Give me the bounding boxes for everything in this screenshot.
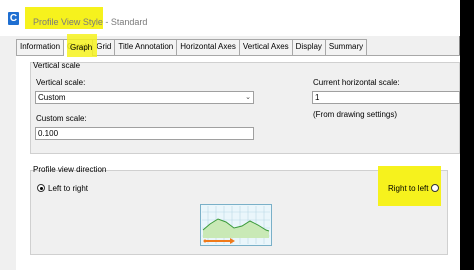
graph-tab-highlight-label[interactable]: Graph [70,43,92,52]
tab-display[interactable]: Display [291,39,326,55]
preview-arrow-start-icon [203,239,207,243]
tab-title-annotation[interactable]: Title Annotation [114,39,178,55]
current-horizontal-scale-label: Current horizontal scale: [313,78,400,87]
left-to-right-label[interactable]: Left to right [48,184,88,193]
left-to-right-radio[interactable] [37,184,45,192]
custom-scale-label: Custom scale: [36,114,87,123]
profile-view-style-dialog: C Profile View Style - Standard Informat… [0,0,460,270]
chevron-down-icon: ⌄ [245,94,251,101]
current-horizontal-scale-note: (From drawing settings) [313,110,398,119]
title-highlighted-text: Profile View Style [33,17,103,27]
profile-preview-image [200,204,272,246]
title-bar: C Profile View Style - Standard [0,0,460,36]
tab-summary[interactable]: Summary [324,39,368,55]
custom-scale-input[interactable]: 0.100 [35,127,254,140]
current-horizontal-scale-input[interactable]: 1 [312,91,460,104]
tab-horizontal-axes[interactable]: Horizontal Axes [176,39,240,55]
vertical-scale-select-value: Custom [38,93,66,102]
tab-vertical-axes[interactable]: Vertical Axes [238,39,293,55]
window-title: Profile View Style - Standard [33,17,147,27]
vertical-scale-group-label: Vertical scale [33,61,81,70]
right-to-left-label[interactable]: Right to left [388,184,428,193]
tab-information[interactable]: Information [16,39,65,55]
vertical-scale-select[interactable]: Custom ⌄ [35,91,254,104]
title-rest-text: - Standard [102,17,148,27]
civil3d-app-icon: C [8,12,19,25]
vertical-scale-group [30,62,460,154]
profile-view-direction-label: Profile view direction [33,165,107,174]
right-to-left-radio[interactable] [431,184,439,192]
vertical-scale-label: Vertical scale: [36,78,86,87]
